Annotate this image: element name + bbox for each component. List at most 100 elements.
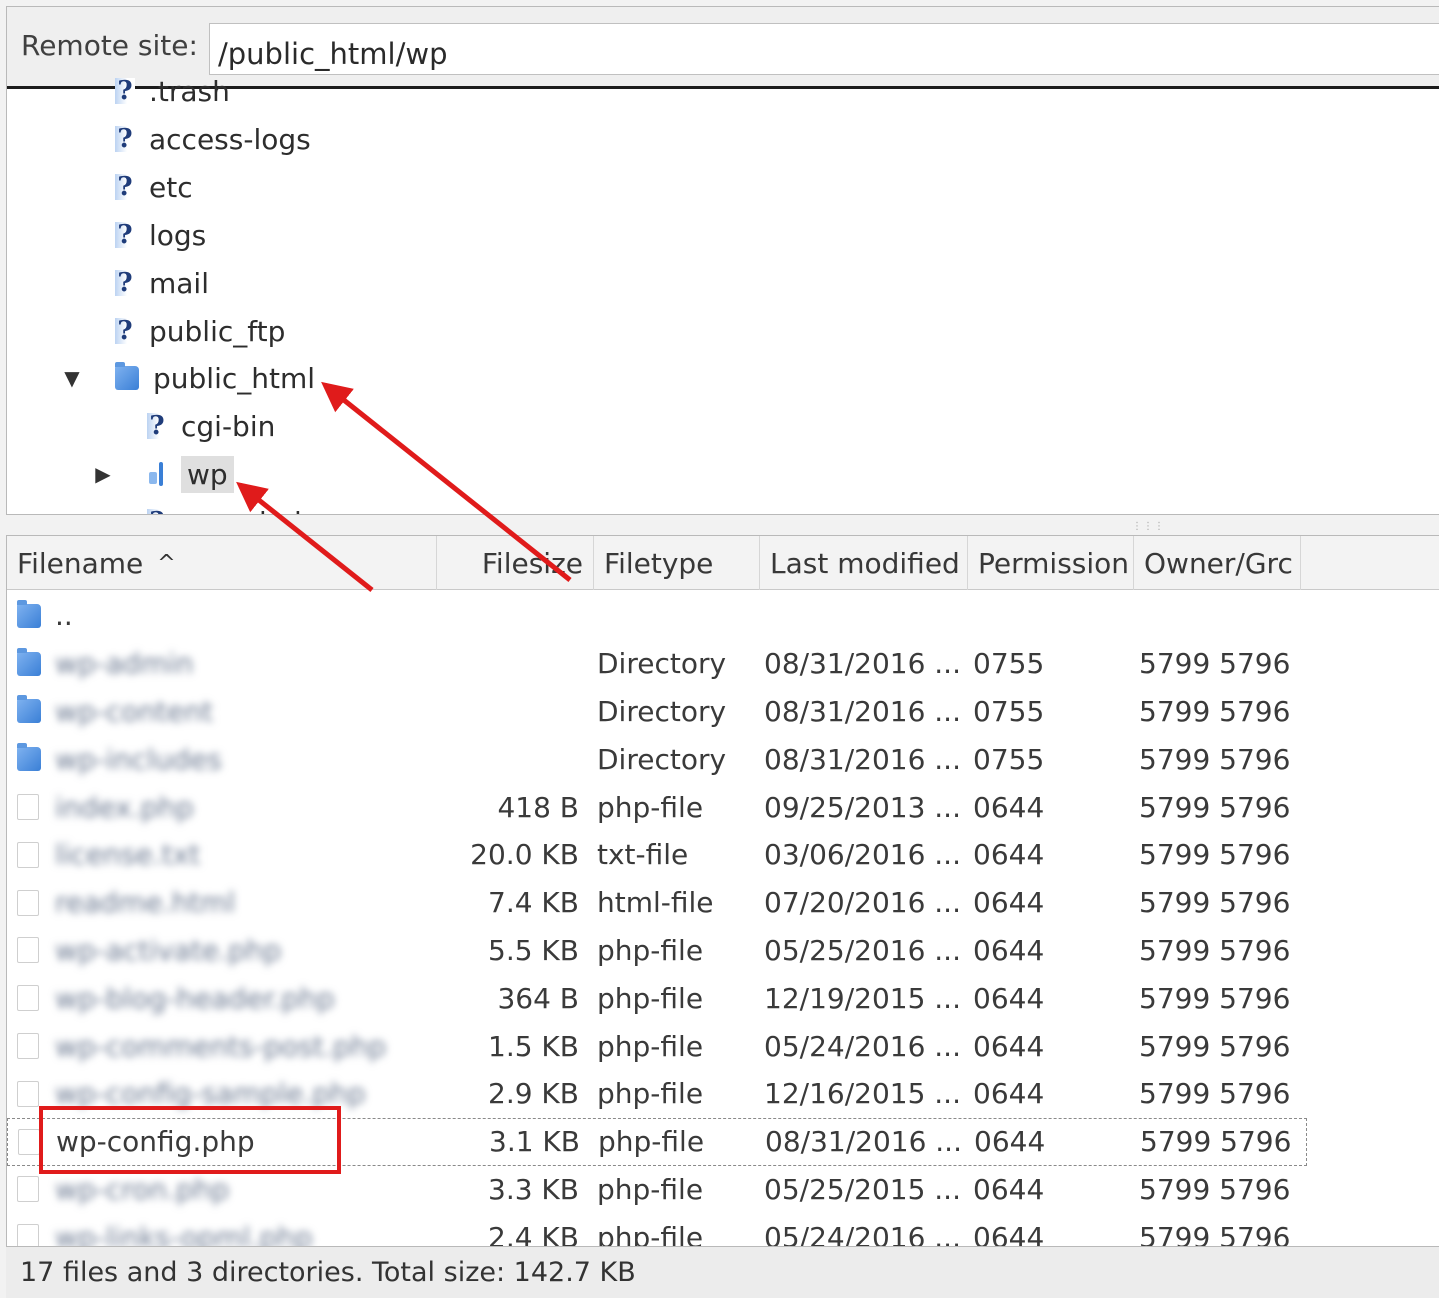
tree-item-trash[interactable]: ? .trash xyxy=(115,69,236,113)
file-type: Directory xyxy=(597,694,727,728)
file-size xyxy=(447,640,579,688)
file-size: 2.4 KB xyxy=(488,1220,579,1247)
file-owner-group: 5799 5796 xyxy=(1139,790,1291,824)
tree-item-wp[interactable]: wp xyxy=(147,452,234,496)
file-icon-cell xyxy=(17,1166,47,1214)
file-last-modified: 07/20/2016 ... xyxy=(764,886,961,920)
file-icon xyxy=(18,1128,40,1155)
file-type: html-file xyxy=(597,886,714,920)
file-row[interactable]: wp-config.php 3.1 KB php-file 08/31/2016 ..… xyxy=(7,1117,1307,1166)
expand-arrow-icon[interactable]: ▶ xyxy=(93,462,113,486)
question-icon: ? xyxy=(147,411,167,441)
tree-item-logs[interactable]: ? logs xyxy=(115,213,212,257)
file-permissions: 0644 xyxy=(973,1077,1045,1111)
tree-item-wp-admin[interactable]: ?wp-admin xyxy=(147,500,326,514)
file-row[interactable]: wp-includes Directory 08/31/2016 ... 0755 57… xyxy=(7,735,1307,783)
file-last-modified: 05/25/2015 ... xyxy=(764,1172,961,1206)
file-row[interactable]: wp-blog-header.php 364 B php-file 12/19/201… xyxy=(7,974,1307,1022)
folder-icon xyxy=(17,695,41,724)
file-name: wp-links-opml.php xyxy=(55,1220,313,1247)
file-size: 2.9 KB xyxy=(488,1077,579,1111)
sort-ascending-icon: ^ xyxy=(157,550,176,576)
file-type: txt-file xyxy=(597,838,689,872)
question-icon: ? xyxy=(115,316,135,346)
file-icon xyxy=(17,1080,39,1107)
file-row[interactable]: .. xyxy=(7,592,1307,640)
folder-icon xyxy=(17,599,41,628)
file-permissions: 0755 xyxy=(973,742,1045,776)
column-header-permissions[interactable]: Permission xyxy=(968,536,1134,590)
file-row[interactable]: wp-config-sample.php 2.9 KB php-file 12/16/… xyxy=(7,1070,1307,1118)
file-name: readme.html xyxy=(55,886,236,920)
column-header-filesize-label: Filesize xyxy=(481,546,583,580)
file-icon xyxy=(17,889,39,916)
file-icon-cell xyxy=(17,831,47,879)
file-icon-cell xyxy=(17,783,47,831)
tree-item-public-html[interactable]: public_html xyxy=(115,356,321,400)
pane-splitter[interactable]: ⋮⋮⋮ xyxy=(0,515,1439,535)
file-icon xyxy=(17,937,39,964)
column-header-last-modified[interactable]: Last modified xyxy=(760,536,968,590)
file-row[interactable]: wp-links-opml.php 2.4 KB php-file 05/24/201… xyxy=(7,1213,1307,1247)
file-size: 20.0 KB xyxy=(470,838,579,872)
column-header-last-modified-label: Last modified xyxy=(770,546,960,580)
tree-item-mail[interactable]: ? mail xyxy=(115,261,215,305)
file-owner-group: 5799 5796 xyxy=(1139,1029,1291,1063)
file-icon-cell xyxy=(17,1213,47,1246)
column-header-owner-group[interactable]: Owner/Grc xyxy=(1134,536,1301,590)
file-owner-group: 5799 5796 xyxy=(1139,647,1291,681)
column-header-filename-label: Filename xyxy=(17,546,144,580)
file-row[interactable]: wp-activate.php 5.5 KB php-file 05/25/2016 … xyxy=(7,927,1307,975)
tree-item-access-logs[interactable]: ? access-logs xyxy=(115,117,317,161)
column-header-permissions-label: Permission xyxy=(978,546,1130,580)
file-icon-cell xyxy=(17,735,47,783)
tree-item-label: mail xyxy=(149,266,209,300)
column-header-filetype-label: Filetype xyxy=(604,546,714,580)
file-owner-group: 5799 5796 xyxy=(1139,1172,1291,1206)
file-icon-cell xyxy=(17,640,47,688)
file-size xyxy=(447,688,579,736)
file-type: php-file xyxy=(597,1077,704,1111)
splitter-grip-icon[interactable]: ⋮⋮⋮ xyxy=(1132,521,1165,532)
column-header-filename[interactable]: Filename ^ xyxy=(7,536,437,590)
file-name: wp-includes xyxy=(55,742,222,776)
file-owner-group: 5799 5796 xyxy=(1139,694,1291,728)
file-size: 5.5 KB xyxy=(488,933,579,967)
file-type: Directory xyxy=(597,647,727,681)
file-icon-cell xyxy=(18,1119,48,1165)
file-row[interactable]: index.php 418 B php-file 09/25/2013 ... 0644… xyxy=(7,783,1307,831)
file-permissions: 0755 xyxy=(973,647,1045,681)
file-last-modified: 03/06/2016 ... xyxy=(764,838,961,872)
file-row[interactable]: wp-cron.php 3.3 KB php-file 05/25/2015 ... 0… xyxy=(7,1166,1307,1214)
tree-item-cgi-bin[interactable]: ? cgi-bin xyxy=(147,404,281,448)
column-header-filesize[interactable]: Filesize xyxy=(437,536,594,590)
file-row[interactable]: wp-comments-post.php 1.5 KB php-file 05/24/… xyxy=(7,1022,1307,1070)
file-last-modified: 12/16/2015 ... xyxy=(764,1077,961,1111)
file-icon xyxy=(17,985,39,1012)
file-name: wp-config.php xyxy=(56,1125,255,1159)
file-name: .. xyxy=(55,599,73,633)
file-size xyxy=(447,735,579,783)
remote-site-path-input[interactable] xyxy=(209,23,1439,75)
file-owner-group: 5799 5796 xyxy=(1140,1125,1292,1159)
file-last-modified: 08/31/2016 ... xyxy=(764,694,961,728)
file-row[interactable]: wp-content Directory 08/31/2016 ... 0755 579… xyxy=(7,688,1307,736)
file-owner-group: 5799 5796 xyxy=(1139,742,1291,776)
tree-item-label: cgi-bin xyxy=(181,409,276,443)
file-last-modified: 09/25/2013 ... xyxy=(764,790,961,824)
question-icon: ? xyxy=(115,268,135,298)
folder-icon xyxy=(17,743,41,772)
file-row[interactable]: readme.html 7.4 KB html-file 07/20/2016 ...… xyxy=(7,879,1307,927)
file-owner-group: 5799 5796 xyxy=(1139,838,1291,872)
file-size: 418 B xyxy=(497,790,579,824)
file-row[interactable]: license.txt 20.0 KB txt-file 03/06/2016 ...… xyxy=(7,831,1307,879)
tree-item-etc[interactable]: ? etc xyxy=(115,165,199,209)
tree-item-public-ftp[interactable]: ? public_ftp xyxy=(115,309,291,353)
column-header-filetype[interactable]: Filetype xyxy=(594,536,760,590)
file-row[interactable]: wp-admin Directory 08/31/2016 ... 0755 5799 … xyxy=(7,640,1307,688)
file-last-modified: 08/31/2016 ... xyxy=(764,742,961,776)
file-size: 3.1 KB xyxy=(489,1125,580,1159)
collapse-arrow-icon[interactable]: ▼ xyxy=(62,366,82,390)
file-type: php-file xyxy=(597,1172,704,1206)
file-permissions: 0644 xyxy=(973,933,1045,967)
